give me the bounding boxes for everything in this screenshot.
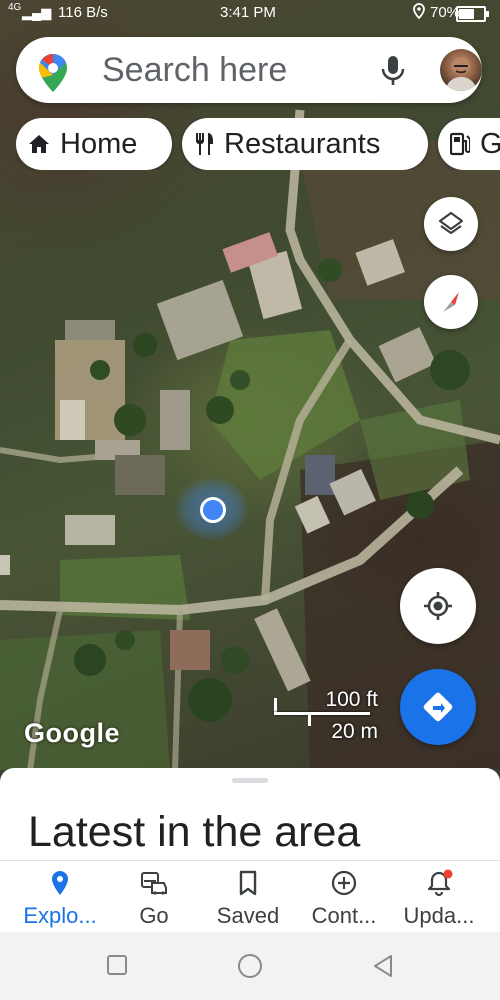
notifications-icon bbox=[427, 869, 453, 897]
nav-label: Saved bbox=[216, 903, 280, 928]
battery-icon bbox=[456, 6, 489, 22]
nav-label: Upda... bbox=[403, 903, 475, 928]
scale-metric: 20 m bbox=[331, 720, 378, 743]
map-scale: 100 ft 20 m bbox=[272, 684, 382, 744]
scale-imperial: 100 ft bbox=[325, 688, 378, 711]
my-location-icon bbox=[424, 592, 452, 620]
nav-saved[interactable]: Saved bbox=[198, 861, 298, 933]
tree bbox=[318, 258, 342, 282]
tree bbox=[206, 396, 234, 424]
building bbox=[115, 455, 165, 495]
chip-label: Home bbox=[60, 127, 138, 160]
location-status-icon bbox=[412, 3, 426, 23]
profile-avatar[interactable] bbox=[440, 49, 482, 91]
system-navigation-bar bbox=[0, 932, 500, 1000]
maps-pin-icon bbox=[38, 53, 68, 98]
gas-station-icon bbox=[450, 132, 470, 156]
building bbox=[160, 390, 190, 450]
scale-tick bbox=[308, 712, 311, 726]
chip-gas[interactable]: G bbox=[438, 118, 500, 170]
bottom-navigation: Explo... Go Saved Cont... Upda... bbox=[0, 860, 500, 933]
layers-icon bbox=[438, 211, 464, 235]
google-attribution: Google bbox=[24, 718, 120, 748]
directions-button[interactable] bbox=[400, 669, 476, 745]
sheet-title: Latest in the area bbox=[28, 808, 361, 856]
search-placeholder[interactable]: Search here bbox=[102, 51, 287, 90]
battery-level bbox=[459, 9, 475, 19]
current-location-dot[interactable] bbox=[176, 478, 248, 540]
search-bar[interactable]: Search here bbox=[16, 37, 482, 103]
compass-button[interactable] bbox=[424, 275, 478, 329]
layers-button[interactable] bbox=[424, 197, 478, 251]
building bbox=[65, 320, 115, 340]
add-circle-icon bbox=[331, 870, 357, 896]
nav-explore[interactable]: Explo... bbox=[10, 861, 110, 933]
tree bbox=[133, 333, 157, 357]
nav-updates[interactable]: Upda... bbox=[389, 861, 489, 933]
building bbox=[305, 455, 335, 495]
tree bbox=[430, 350, 470, 390]
building bbox=[60, 400, 85, 440]
network-type: 4G bbox=[8, 2, 22, 13]
chip-label: G bbox=[480, 127, 500, 160]
tree bbox=[90, 360, 110, 380]
signal-icon: ▂▄▆ bbox=[22, 5, 52, 20]
sheet-drag-handle[interactable] bbox=[232, 778, 268, 783]
building bbox=[170, 630, 210, 670]
restaurant-icon bbox=[196, 133, 213, 155]
nav-contribute[interactable]: Cont... bbox=[294, 861, 394, 933]
my-location-button[interactable] bbox=[400, 568, 476, 644]
recents-icon[interactable] bbox=[106, 954, 128, 976]
scale-line bbox=[274, 712, 370, 715]
compass-icon bbox=[443, 292, 459, 312]
home-circle-icon[interactable] bbox=[236, 952, 264, 980]
directions-icon bbox=[423, 692, 453, 722]
tree bbox=[115, 630, 135, 650]
tree bbox=[230, 370, 250, 390]
back-icon[interactable] bbox=[372, 954, 394, 978]
nav-label: Cont... bbox=[311, 903, 377, 928]
bookmark-icon bbox=[239, 870, 257, 896]
nav-label: Explo... bbox=[23, 903, 97, 928]
tree bbox=[188, 678, 232, 722]
chip-restaurants[interactable]: Restaurants bbox=[182, 118, 428, 170]
status-bar: 4G ▂▄▆ 116 B/s 3:41 PM 70% bbox=[0, 0, 500, 26]
building bbox=[65, 515, 115, 545]
tree bbox=[406, 491, 434, 519]
network-speed: 116 B/s bbox=[58, 4, 108, 21]
tree bbox=[74, 644, 106, 676]
satellite-map[interactable]: 4G ▂▄▆ 116 B/s 3:41 PM 70% Search here H… bbox=[0, 0, 500, 770]
explore-pin-icon bbox=[52, 871, 68, 895]
tree bbox=[221, 646, 249, 674]
nav-label: Go bbox=[139, 903, 169, 928]
bottom-sheet[interactable]: Latest in the area bbox=[0, 768, 500, 860]
building bbox=[0, 555, 10, 575]
building bbox=[378, 327, 437, 383]
clock: 3:41 PM bbox=[220, 4, 276, 21]
map-features bbox=[0, 109, 500, 770]
mic-icon[interactable] bbox=[380, 55, 406, 92]
commute-icon bbox=[141, 872, 167, 895]
chip-label: Restaurants bbox=[224, 127, 381, 160]
nav-go[interactable]: Go bbox=[104, 861, 204, 933]
home-icon bbox=[29, 135, 49, 153]
tree bbox=[114, 404, 146, 436]
chip-home[interactable]: Home bbox=[16, 118, 172, 170]
building bbox=[254, 608, 311, 692]
location-marker bbox=[200, 497, 226, 523]
category-chips: Home Restaurants G bbox=[16, 118, 500, 170]
